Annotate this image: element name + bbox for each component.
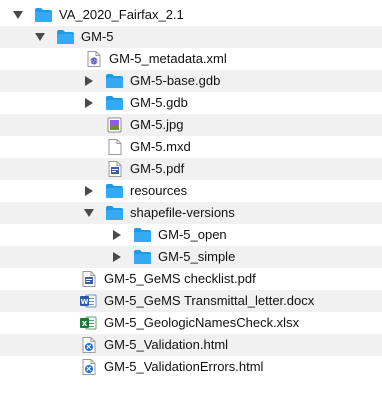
disclosure-triangle-expanded-icon[interactable] bbox=[35, 31, 45, 43]
tree-row-gm-5-metadata-xml[interactable]: </> GM-5_metadata.xml bbox=[0, 48, 382, 70]
tree-row-gm-5-mxd[interactable]: GM-5.mxd bbox=[0, 136, 382, 158]
tree-item-label: GM-5.pdf bbox=[130, 161, 185, 176]
tree-item-label: GM-5-base.gdb bbox=[130, 73, 221, 88]
tree-item-label: GM-5_GeMS Transmittal_letter.docx bbox=[104, 293, 315, 308]
folder-icon bbox=[34, 7, 53, 23]
image-file-icon bbox=[105, 117, 124, 133]
disclosure-triangle-collapsed-icon[interactable] bbox=[112, 229, 122, 241]
folder-icon bbox=[105, 95, 124, 111]
tree-item-label: GM-5_Validation.html bbox=[104, 337, 229, 352]
pdf-file-icon bbox=[79, 271, 98, 287]
html-file-icon bbox=[79, 359, 98, 375]
folder-icon bbox=[105, 205, 124, 221]
file-tree: VA_2020_Fairfax_2.1 GM-5 </> GM-5_metada… bbox=[0, 0, 382, 404]
pdf-file-icon bbox=[105, 161, 124, 177]
tree-item-label: shapefile-versions bbox=[130, 205, 235, 220]
tree-row-shapefile-versions[interactable]: shapefile-versions bbox=[0, 202, 382, 224]
excel-file-icon: X bbox=[79, 315, 98, 331]
disclosure-triangle-collapsed-icon[interactable] bbox=[84, 185, 94, 197]
tree-item-label: resources bbox=[130, 183, 188, 198]
disclosure-triangle-collapsed-icon[interactable] bbox=[84, 75, 94, 87]
xml-file-icon: </> bbox=[84, 51, 103, 67]
tree-item-label: GM-5_GeologicNamesCheck.xlsx bbox=[104, 315, 300, 330]
svg-text:</>: </> bbox=[89, 59, 99, 65]
disclosure-triangle-collapsed-icon[interactable] bbox=[112, 251, 122, 263]
svg-text:W: W bbox=[81, 298, 89, 306]
tree-item-label: GM-5.gdb bbox=[130, 95, 188, 110]
tree-item-label: GM-5_open bbox=[158, 227, 227, 242]
disclosure-triangle-expanded-icon[interactable] bbox=[13, 9, 23, 21]
svg-text:X: X bbox=[82, 320, 88, 328]
folder-icon bbox=[133, 227, 152, 243]
tree-item-label: GM-5_simple bbox=[158, 249, 236, 264]
tree-row-gm-5[interactable]: GM-5 bbox=[0, 26, 382, 48]
disclosure-triangle-collapsed-icon[interactable] bbox=[84, 97, 94, 109]
tree-item-label: GM-5_GeMS checklist.pdf bbox=[104, 271, 256, 286]
tree-row-gm-5-base-gdb[interactable]: GM-5-base.gdb bbox=[0, 70, 382, 92]
word-file-icon: W bbox=[79, 293, 98, 309]
tree-row-gm-5-geologicnamescheck-xlsx[interactable]: X GM-5_GeologicNamesCheck.xlsx bbox=[0, 312, 382, 334]
tree-row-resources[interactable]: resources bbox=[0, 180, 382, 202]
tree-row-gm-5-validation-html[interactable]: GM-5_Validation.html bbox=[0, 334, 382, 356]
tree-row-gm-5-gdb[interactable]: GM-5.gdb bbox=[0, 92, 382, 114]
folder-icon bbox=[105, 183, 124, 199]
tree-item-label: GM-5 bbox=[81, 29, 114, 44]
tree-item-label: GM-5_metadata.xml bbox=[109, 51, 227, 66]
disclosure-triangle-expanded-icon[interactable] bbox=[84, 207, 94, 219]
folder-icon bbox=[105, 73, 124, 89]
tree-row-gm-5-gems-checklist-pdf[interactable]: GM-5_GeMS checklist.pdf bbox=[0, 268, 382, 290]
folder-icon bbox=[133, 249, 152, 265]
tree-row-gm-5-jpg[interactable]: GM-5.jpg bbox=[0, 114, 382, 136]
blank-file-icon bbox=[105, 139, 124, 155]
tree-row-gm-5-gems-transmittal-letter-docx[interactable]: W GM-5_GeMS Transmittal_letter.docx bbox=[0, 290, 382, 312]
tree-item-label: GM-5.mxd bbox=[130, 139, 191, 154]
tree-row-gm-5-validationerrors-html[interactable]: GM-5_ValidationErrors.html bbox=[0, 356, 382, 378]
folder-icon bbox=[56, 29, 75, 45]
tree-item-label: GM-5_ValidationErrors.html bbox=[104, 359, 264, 374]
tree-item-label: VA_2020_Fairfax_2.1 bbox=[59, 7, 184, 22]
tree-item-label: GM-5.jpg bbox=[130, 117, 184, 132]
tree-row-gm-5-open[interactable]: GM-5_open bbox=[0, 224, 382, 246]
tree-row-gm-5-simple[interactable]: GM-5_simple bbox=[0, 246, 382, 268]
html-file-icon bbox=[79, 337, 98, 353]
tree-row-va-2020-fairfax-2-1[interactable]: VA_2020_Fairfax_2.1 bbox=[0, 4, 382, 26]
tree-row-gm-5-pdf[interactable]: GM-5.pdf bbox=[0, 158, 382, 180]
